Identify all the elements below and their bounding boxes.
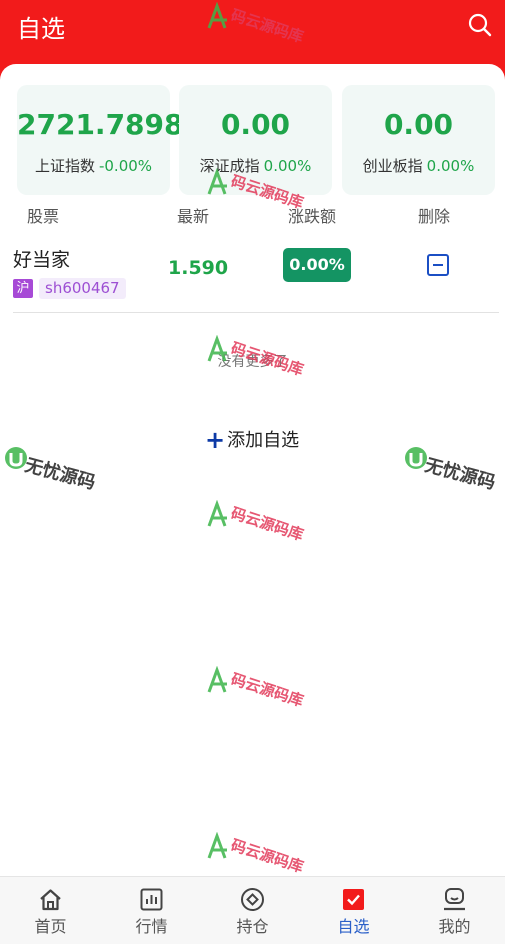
column-header-stock: 股票 [27, 207, 60, 226]
tab-label: 首页 [34, 917, 67, 936]
tab-home[interactable]: 首页 [0, 877, 101, 944]
tab-watchlist[interactable]: 自选 [303, 877, 404, 944]
index-card-chinext[interactable]: 0.00 创业板指 0.00% [342, 85, 495, 195]
index-change: -0.00% [98, 157, 153, 175]
plus-icon: + [205, 426, 226, 454]
search-button[interactable] [467, 12, 493, 38]
column-header-delete: 删除 [418, 207, 451, 226]
tab-label: 行情 [135, 917, 168, 936]
stock-price: 1.590 [168, 257, 229, 279]
user-icon [444, 888, 465, 911]
index-value: 0.00 [383, 108, 454, 141]
remove-stock-button[interactable] [427, 254, 449, 276]
index-card-shanghai[interactable]: 2721.7898 上证指数 -0.00% [17, 85, 184, 195]
market-tag: 沪 [13, 279, 33, 298]
chart-icon [140, 888, 163, 911]
checkbox-icon [343, 889, 364, 910]
tab-label: 我的 [438, 917, 471, 936]
tab-positions[interactable]: 持仓 [202, 877, 303, 944]
add-watchlist-label: 添加自选 [227, 430, 300, 451]
bottom-tab-bar: 首页 行情 持仓 自选 我的 [0, 876, 505, 944]
add-watchlist-button[interactable]: + 添加自选 [205, 426, 299, 454]
tab-label: 自选 [337, 917, 370, 936]
list-end-text: 没有更多了 [217, 354, 288, 370]
index-name: 创业板指 [362, 157, 423, 175]
search-icon [468, 13, 492, 37]
home-icon [40, 889, 61, 911]
main-content: 2721.7898 上证指数 -0.00% 0.00 深证成指 0.00% 0.00… [0, 64, 505, 876]
row-divider [13, 312, 499, 313]
index-name: 深证成指 [199, 157, 260, 175]
stock-code: sh600467 [39, 278, 126, 299]
column-header-change: 涨跌额 [288, 207, 337, 226]
tab-profile[interactable]: 我的 [404, 877, 505, 944]
index-value: 2721.7898 [17, 108, 184, 141]
column-header-latest: 最新 [177, 207, 210, 226]
stock-row[interactable]: 好当家 沪 sh600467 1.590 0.00% [13, 246, 499, 312]
stock-name: 好当家 [13, 249, 71, 271]
page-title: 自选 [17, 15, 65, 43]
index-card-shenzhen[interactable]: 0.00 深证成指 0.00% [179, 85, 332, 195]
change-badge: 0.00% [283, 248, 351, 282]
position-icon [241, 888, 264, 911]
index-change: 0.00% [263, 157, 312, 175]
index-name: 上证指数 [34, 157, 95, 175]
index-value: 0.00 [220, 108, 291, 141]
tab-label: 持仓 [236, 917, 269, 936]
index-change: 0.00% [426, 157, 475, 175]
index-cards: 2721.7898 上证指数 -0.00% 0.00 深证成指 0.00% 0.00… [17, 85, 495, 195]
tab-market[interactable]: 行情 [101, 877, 202, 944]
